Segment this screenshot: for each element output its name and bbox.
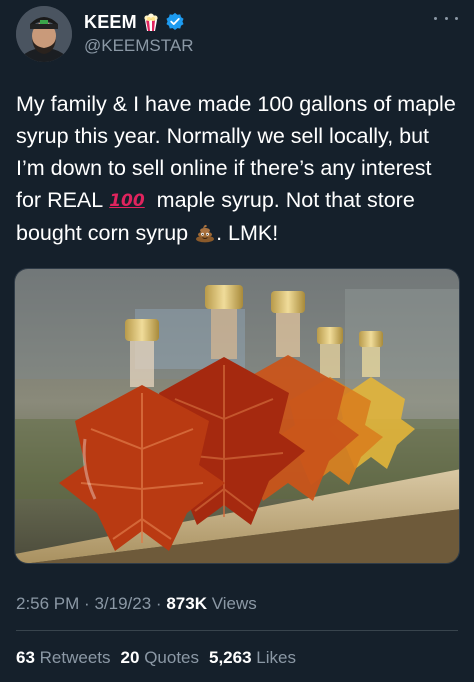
likes-count: 5,263 [209,648,252,667]
avatar[interactable] [16,6,72,62]
separator: · [84,594,90,613]
tweet-meta: 2:56 PM · 3/19/23 · 873K Views [16,594,257,614]
author-display-name[interactable]: KEEM [84,12,137,33]
avatar-image [16,6,72,62]
quotes-count: 20 [120,648,140,667]
tweet-photo[interactable] [14,268,460,564]
tweet-date[interactable]: 3/19/23 [94,594,151,613]
author-handle[interactable]: @KEEMSTAR [84,36,194,56]
verified-badge-icon [166,12,184,30]
tweet-time[interactable]: 2:56 PM [16,594,79,613]
tweet-line: My family & I have made 100 gallons of m… [16,92,456,116]
quotes-label: Quotes [144,648,199,667]
author-name-row: KEEM [84,10,185,34]
likes-stat[interactable]: 5,263 Likes [209,648,296,668]
tweet-text-segment: . LMK! [216,221,279,245]
divider [16,630,458,631]
tweet-text-segment: bought corn syrup [16,221,189,245]
more-options-icon[interactable] [434,12,458,24]
hundred-points-emoji: 100 [109,191,145,211]
tweet-stats: 63 Retweets 20 Quotes 5,263 Likes [16,648,296,668]
retweets-label: Retweets [39,648,111,667]
tweet-line: syrup this year. Normally we sell locall… [16,124,430,148]
maple-syrup-bottles-photo [15,269,459,563]
retweets-stat[interactable]: 63 Retweets [16,648,111,668]
quotes-stat[interactable]: 20 Quotes [121,648,199,668]
separator: · [155,594,162,613]
likes-label: Likes [256,648,296,667]
views-label: Views [211,594,257,613]
tweet-text-segment: for REAL [16,188,104,212]
popcorn-icon [144,13,158,31]
tweet-line-with-emoji: for REAL 100 maple syrup. Not that store [16,184,462,217]
tweet-header: KEEM @KEEMSTAR [16,6,458,66]
tweet-text-segment: maple syrup. Not that store [156,188,415,212]
tweet-line: I’m down to sell online if there’s any i… [16,156,432,180]
retweets-count: 63 [16,648,35,667]
tweet-text: My family & I have made 100 gallons of m… [16,88,462,249]
poop-icon [196,224,215,243]
views-count: 873K [166,594,207,613]
tweet-line-with-emoji: bought corn syrup . LMK! [16,217,462,249]
